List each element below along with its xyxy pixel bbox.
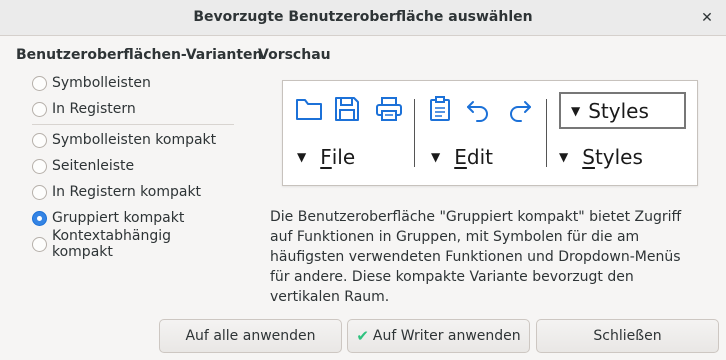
apply-writer-button[interactable]: ✔ Auf Writer anwenden: [347, 319, 530, 353]
radio-option[interactable]: In Registern kompakt: [32, 179, 234, 205]
clipboard-icon: [430, 96, 450, 121]
radio-label: Gruppiert kompakt: [52, 210, 185, 226]
file-menu[interactable]: ▼ File: [297, 145, 355, 169]
menu-accelerator: F: [320, 145, 332, 169]
radio-button[interactable]: [32, 184, 47, 200]
radio-label: In Registern kompakt: [52, 184, 202, 200]
radio-button-checked[interactable]: [32, 210, 47, 226]
dropdown-arrow-icon: ▼: [571, 103, 581, 118]
styles-menu[interactable]: ▼ Styles: [559, 145, 643, 169]
button-label: Auf Writer anwenden: [372, 328, 521, 344]
toolbar-separator: [546, 99, 547, 167]
radio-button[interactable]: [32, 158, 47, 174]
dropdown-arrow-icon: ▼: [431, 150, 441, 164]
menu-accelerator: S: [582, 145, 595, 169]
print-icon: [376, 97, 402, 121]
radio-option[interactable]: Seitenleiste: [32, 153, 234, 179]
radio-option[interactable]: Symbolleisten: [32, 70, 234, 96]
dropdown-arrow-icon: ▼: [297, 150, 307, 164]
radio-label: Seitenleiste: [52, 158, 135, 174]
window-title: Bevorzugte Benutzeroberfläche auswählen: [193, 9, 533, 25]
menu-label: dit: [466, 145, 493, 169]
radio-button[interactable]: [32, 236, 47, 252]
radio-label: Symbolleisten: [52, 75, 151, 91]
menu-label: tyles: [594, 145, 643, 169]
radio-option[interactable]: Symbolleisten kompakt: [32, 127, 234, 153]
button-label: Schließen: [593, 328, 662, 344]
checkmark-icon: ✔: [356, 327, 369, 345]
close-button[interactable]: Schließen: [536, 319, 719, 353]
close-icon: ✕: [701, 10, 713, 26]
folder-icon: [296, 99, 322, 120]
radio-label: In Registern: [52, 101, 136, 117]
variants-radio-group: Symbolleisten In Registern Symbolleisten…: [32, 70, 234, 260]
preview-heading: Vorschau: [258, 47, 331, 63]
styles-dropdown-label: Styles: [588, 98, 649, 123]
radio-label: Kontextabhängig kompakt: [52, 228, 172, 260]
variant-description: Die Benutzeroberfläche "Gruppiert kompak…: [270, 209, 682, 305]
apply-all-button[interactable]: Auf alle anwenden: [159, 319, 342, 353]
redo-icon: [510, 101, 531, 122]
radio-option[interactable]: Kontextabhängig kompakt: [32, 228, 234, 260]
save-icon: [335, 97, 359, 121]
radio-label: Symbolleisten kompakt: [52, 132, 217, 148]
edit-menu[interactable]: ▼ Edit: [431, 145, 493, 169]
close-window-button[interactable]: ✕: [696, 7, 718, 29]
undo-icon: [467, 101, 488, 122]
variants-heading: Benutzeroberflächen-Varianten: [16, 47, 263, 63]
toolbar-separator: [414, 99, 415, 167]
preview-panel: ▼ Styles ▼ File ▼ Edit ▼ Styles: [282, 80, 698, 186]
radio-option[interactable]: In Registern: [32, 96, 234, 122]
styles-dropdown[interactable]: ▼ Styles: [559, 92, 686, 129]
radio-button[interactable]: [32, 132, 47, 148]
menu-accelerator: E: [454, 145, 467, 169]
menu-label: ile: [331, 145, 356, 169]
title-bar: Bevorzugte Benutzeroberfläche auswählen …: [0, 0, 726, 36]
dropdown-arrow-icon: ▼: [559, 150, 569, 164]
separator: [32, 124, 234, 125]
radio-button[interactable]: [32, 101, 47, 117]
button-label: Auf alle anwenden: [185, 328, 316, 344]
radio-button[interactable]: [32, 75, 47, 91]
